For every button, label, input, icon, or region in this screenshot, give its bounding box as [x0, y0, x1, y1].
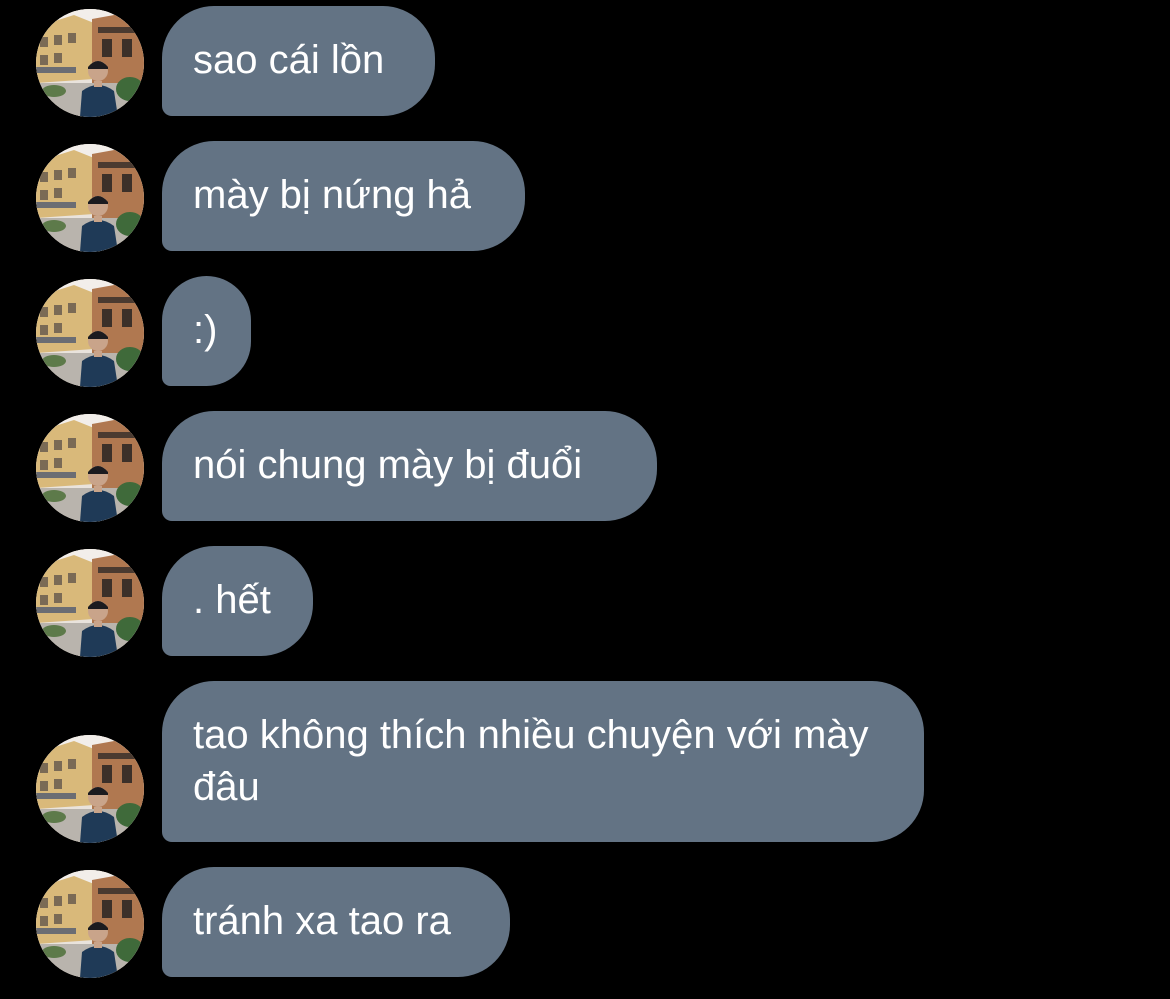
- message-bubble[interactable]: tránh xa tao ra: [162, 867, 510, 977]
- profile-photo-icon: [36, 279, 144, 387]
- sender-avatar[interactable]: [36, 870, 144, 978]
- message-bubble[interactable]: :): [162, 276, 251, 386]
- message-thread: sao cái lồn mày bị nứng hả :) nói chung …: [0, 0, 1170, 999]
- sender-avatar[interactable]: [36, 414, 144, 522]
- profile-photo-icon: [36, 414, 144, 522]
- sender-avatar[interactable]: [36, 144, 144, 252]
- message-bubble[interactable]: tao không thích nhiều chuyện với mày đâu: [162, 681, 924, 842]
- profile-photo-icon: [36, 144, 144, 252]
- sender-avatar[interactable]: [36, 549, 144, 657]
- message-bubble[interactable]: . hết: [162, 546, 313, 656]
- sender-avatar[interactable]: [36, 279, 144, 387]
- sender-avatar[interactable]: [36, 9, 144, 117]
- message-bubble[interactable]: mày bị nứng hả: [162, 141, 525, 251]
- profile-photo-icon: [36, 870, 144, 978]
- profile-photo-icon: [36, 9, 144, 117]
- profile-photo-icon: [36, 549, 144, 657]
- sender-avatar[interactable]: [36, 735, 144, 843]
- profile-photo-icon: [36, 735, 144, 843]
- message-bubble[interactable]: sao cái lồn: [162, 6, 435, 116]
- message-bubble[interactable]: nói chung mày bị đuổi: [162, 411, 657, 521]
